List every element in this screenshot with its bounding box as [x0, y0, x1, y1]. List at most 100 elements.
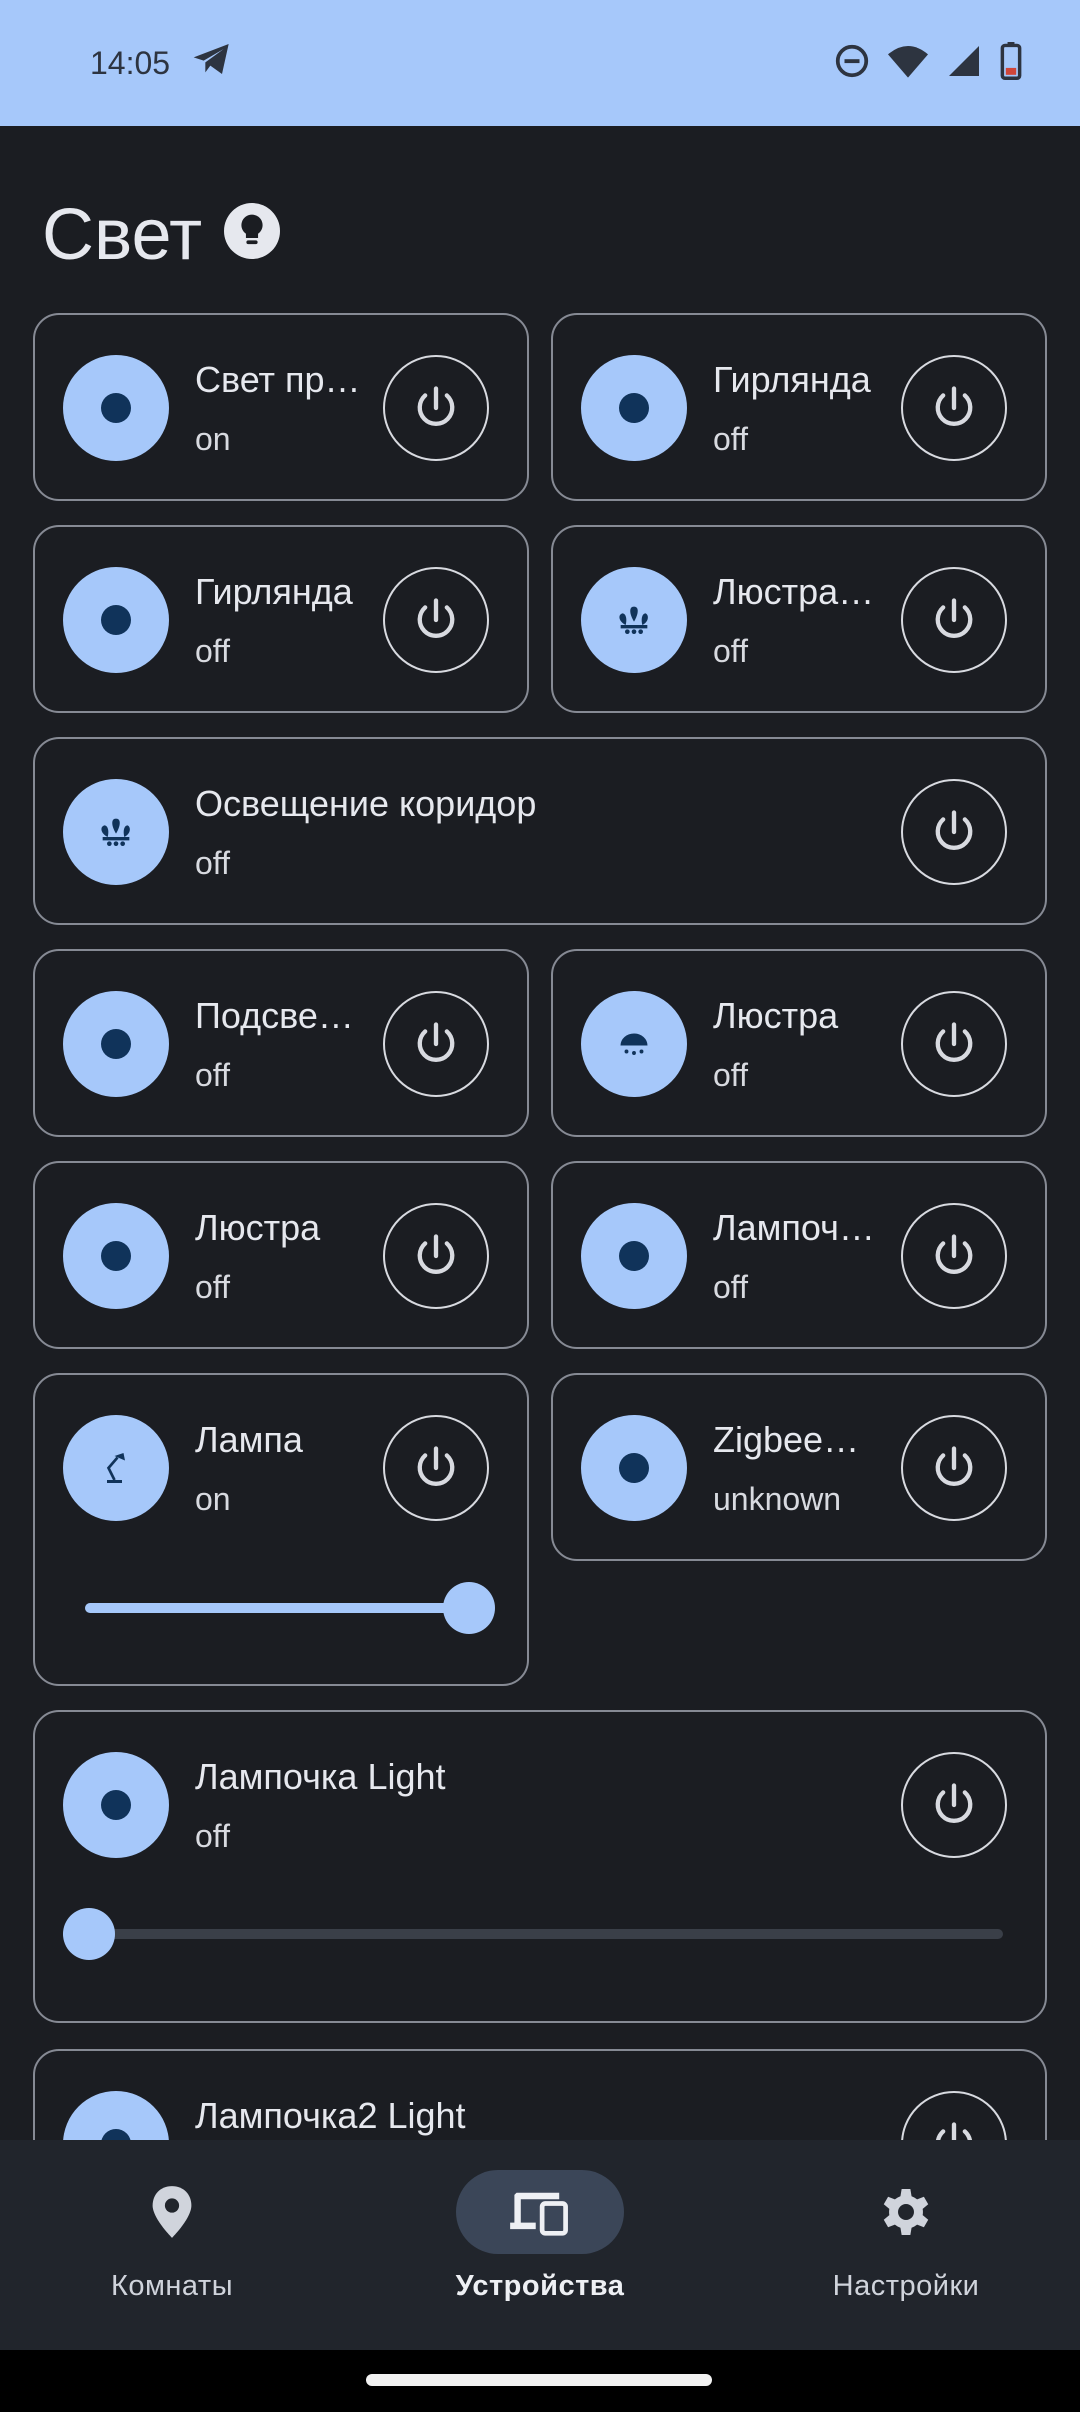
device-icon [63, 1752, 169, 1858]
device-icon [63, 1203, 169, 1309]
device-list[interactable]: Свет Свет пр… on Гирлянда off Гирлянда o… [0, 0, 1080, 2140]
device-name: Свет пр… [195, 359, 361, 400]
device-icon [63, 1415, 169, 1521]
power-icon [935, 1022, 973, 1062]
nav-settings-pill [822, 2170, 990, 2254]
device-name: Лампочка2 Light [195, 2095, 466, 2136]
power-icon [935, 1446, 973, 1486]
light-dot-icon [101, 1241, 131, 1271]
device-icon [63, 779, 169, 885]
chandelier-icon [101, 818, 130, 846]
power-button[interactable] [901, 1415, 1007, 1521]
device-icon [581, 567, 687, 673]
device-state: on [195, 1481, 231, 1517]
ceiling-light-icon [620, 1033, 648, 1055]
gesture-handle[interactable] [366, 2374, 712, 2386]
device-name: Люстра… [713, 571, 875, 612]
device-name: Люстра [713, 995, 839, 1036]
device-name: Подсве… [195, 995, 354, 1036]
light-dot-icon [619, 393, 649, 423]
power-icon [935, 1234, 973, 1274]
gear-icon [883, 2189, 929, 2235]
nav-settings[interactable]: Настройки [776, 2170, 1036, 2330]
power-icon [935, 810, 973, 850]
device-card[interactable]: Гирлянда off [551, 313, 1047, 501]
power-icon [417, 598, 455, 638]
device-state: off [195, 845, 230, 881]
power-icon [935, 1783, 973, 1823]
power-button[interactable] [383, 355, 489, 461]
slider-track [63, 1929, 1003, 1939]
device-card[interactable]: Подсве… off [33, 949, 529, 1137]
device-card[interactable]: Люстра off [551, 949, 1047, 1137]
gesture-navigation-bar [0, 2350, 1080, 2412]
device-state: off [713, 1057, 748, 1093]
power-icon [417, 386, 455, 426]
nav-rooms[interactable]: Комнаты [42, 2170, 302, 2330]
slider-fill [85, 1603, 469, 1613]
device-name: Гирлянда [195, 571, 353, 612]
power-button[interactable] [383, 1415, 489, 1521]
device-icon [63, 2091, 169, 2140]
device-icon [63, 567, 169, 673]
chandelier-icon [619, 606, 648, 634]
power-button[interactable] [383, 1203, 489, 1309]
device-state: off [195, 1818, 230, 1854]
light-dot-icon [101, 393, 131, 423]
device-card[interactable]: Свет пр… on [33, 313, 529, 501]
device-name: Освещение коридор [195, 783, 537, 824]
device-card[interactable]: Освещение коридор off [33, 737, 1047, 925]
device-icon [581, 1415, 687, 1521]
device-icon [581, 355, 687, 461]
device-state: on [195, 421, 231, 457]
slider-thumb[interactable] [443, 1582, 495, 1634]
device-state: off [195, 1057, 230, 1093]
power-button[interactable] [383, 567, 489, 673]
power-button[interactable] [901, 567, 1007, 673]
brightness-slider[interactable] [85, 1580, 495, 1636]
nav-rooms-pill [88, 2170, 256, 2254]
power-button[interactable] [383, 991, 489, 1097]
power-icon [935, 598, 973, 638]
device-card[interactable]: Лампоч… off [551, 1161, 1047, 1349]
device-name: Лампочка Light [195, 1756, 446, 1797]
power-button[interactable] [901, 1752, 1007, 1858]
nav-settings-label: Настройки [832, 2270, 980, 2302]
device-name: Люстра [195, 1207, 321, 1248]
power-button[interactable] [901, 991, 1007, 1097]
device-card[interactable]: Лампа on [33, 1373, 529, 1686]
device-card[interactable]: Люстра off [33, 1161, 529, 1349]
device-name: ZigbeeS… [713, 1419, 881, 1460]
device-card[interactable]: ZigbeeS… unknown [551, 1373, 1047, 1561]
light-dot-icon [101, 1790, 131, 1820]
slider-thumb[interactable] [63, 1908, 115, 1960]
device-name: Лампоч… [713, 1207, 875, 1248]
device-name: Лампа [195, 1419, 303, 1460]
light-dot-icon [101, 2129, 131, 2140]
device-card[interactable]: Люстра… off [551, 525, 1047, 713]
power-button[interactable] [901, 355, 1007, 461]
device-state: off [713, 1269, 748, 1305]
brightness-slider[interactable] [63, 1906, 1003, 1962]
light-dot-icon [101, 605, 131, 635]
device-state: off [713, 633, 748, 669]
device-card[interactable]: Лампочка Light off [33, 1710, 1047, 2023]
light-dot-icon [619, 1453, 649, 1483]
device-card[interactable]: Гирлянда off [33, 525, 529, 713]
device-state: off [195, 1269, 230, 1305]
power-icon [935, 386, 973, 426]
power-icon [417, 1234, 455, 1274]
power-button[interactable] [901, 1203, 1007, 1309]
device-icon [581, 1203, 687, 1309]
device-icon [581, 991, 687, 1097]
location-pin-icon [152, 2186, 192, 2238]
power-button[interactable] [901, 2091, 1007, 2140]
power-icon [417, 1022, 455, 1062]
device-card[interactable]: Лампочка2 Light [33, 2049, 1047, 2140]
nav-devices[interactable]: Устройства [410, 2170, 670, 2330]
power-button[interactable] [901, 779, 1007, 885]
device-icon [63, 991, 169, 1097]
power-icon [417, 1446, 455, 1486]
devices-icon [510, 2192, 568, 2236]
device-state: off [195, 633, 230, 669]
